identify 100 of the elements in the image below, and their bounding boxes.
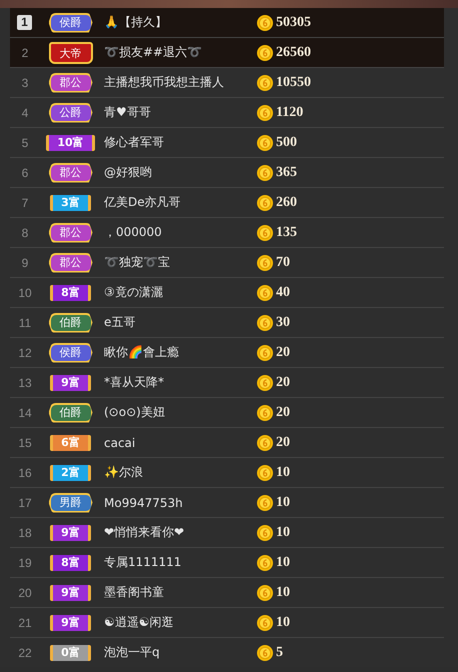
coin-amount: 20: [276, 374, 290, 390]
rank-title-badge: 郡公: [48, 222, 92, 242]
rank-number: 5: [20, 136, 30, 150]
rank-title-badge: 郡公: [48, 162, 92, 182]
coin-icon: [257, 74, 273, 90]
coin-icon: [257, 224, 273, 240]
rank-number: 13: [17, 376, 33, 390]
user-name: 亿美De亦凡哥: [103, 194, 182, 211]
coin-amount: 10: [276, 494, 290, 510]
coin-icon: [257, 434, 273, 450]
rank-number: 17: [17, 496, 33, 510]
user-name: ❤悄悄来看你❤: [103, 524, 186, 541]
wealth-badge: 2富: [50, 464, 91, 480]
user-name: *喜从天降*: [103, 374, 165, 391]
rank-title-badge: 公爵: [48, 102, 92, 122]
user-name: 瞅你🌈會上瘾: [103, 344, 180, 361]
user-name: ③竟の潇灑: [103, 284, 164, 301]
user-name: 泡泡一平q: [103, 644, 161, 661]
rank-number: 10: [17, 286, 33, 300]
coin-amount: 20: [276, 404, 290, 420]
coin-amount: 260: [276, 194, 297, 210]
rank-title-badge: 伯爵: [48, 312, 92, 332]
coin-icon: [257, 284, 273, 300]
wealth-badge: 9富: [50, 524, 91, 540]
wealth-badge: 8富: [50, 284, 91, 300]
user-name: e五哥: [103, 314, 136, 331]
rank-title-badge: 郡公: [48, 252, 92, 272]
rank-number: 6: [20, 166, 30, 180]
coin-icon: [257, 464, 273, 480]
coin-amount: 10: [276, 554, 290, 570]
user-name: 🙏【持久】: [103, 14, 168, 31]
coin-icon: [257, 254, 273, 270]
user-name: ➰损友##退六➰: [103, 44, 204, 61]
rank-number: 2: [20, 46, 30, 60]
wealth-badge: 9富: [50, 374, 91, 390]
rank-number: 7: [20, 196, 30, 210]
rank-number: 9: [20, 256, 30, 270]
coin-icon: [257, 404, 273, 420]
coin-amount: 365: [276, 164, 297, 180]
wealth-badge: 6富: [50, 434, 91, 450]
rank-number: 1: [17, 15, 32, 30]
coin-icon: [257, 44, 273, 60]
user-name: cacai: [103, 436, 136, 450]
coin-icon: [257, 134, 273, 150]
rank-number: 8: [20, 226, 30, 240]
coin-amount: 10: [276, 464, 290, 480]
coin-icon: [257, 14, 273, 30]
user-name: 主播想我币我想主播人: [103, 74, 225, 91]
coin-amount: 30: [276, 314, 290, 330]
wealth-badge: 10富: [46, 134, 95, 150]
user-name: ☯逍遥☯闲逛: [103, 614, 175, 631]
coin-icon: [257, 314, 273, 330]
rank-number: 12: [17, 346, 33, 360]
coin-icon: [257, 194, 273, 210]
rank-number: 21: [17, 616, 33, 630]
coin-amount: 50305: [276, 14, 311, 30]
coin-icon: [257, 494, 273, 510]
coin-icon: [257, 374, 273, 390]
coin-amount: 10: [276, 614, 290, 630]
wealth-badge: 3富: [50, 194, 91, 210]
user-name: 专属1111111: [103, 554, 182, 571]
user-name: 墨香阁书童: [103, 584, 165, 601]
coin-amount: 10: [276, 584, 290, 600]
rank-title-badge: 郡公: [48, 72, 92, 92]
coin-amount: 20: [276, 344, 290, 360]
coin-amount: 1120: [276, 104, 304, 120]
rank-number: 20: [17, 586, 33, 600]
rank-number: 18: [17, 526, 33, 540]
user-name: ，000000: [103, 224, 163, 241]
coin-icon: [257, 524, 273, 540]
rank-number: 4: [20, 106, 30, 120]
coin-amount: 500: [276, 134, 297, 150]
rank-number: 22: [17, 646, 33, 660]
user-name: @好狠哟: [103, 164, 153, 181]
coin-amount: 26560: [276, 44, 311, 60]
rank-title-badge: 侯爵: [48, 342, 92, 362]
coin-amount: 135: [276, 224, 297, 240]
rank-number: 15: [17, 436, 33, 450]
wealth-badge: 0富: [50, 644, 91, 660]
user-name: 修心者军哥: [103, 134, 165, 151]
crown-badge: 大帝: [48, 42, 92, 64]
rank-number: 16: [17, 466, 33, 480]
coin-icon: [257, 344, 273, 360]
rank-number: 14: [17, 406, 33, 420]
coin-amount: 20: [276, 434, 290, 450]
coin-amount: 10: [276, 524, 290, 540]
coin-amount: 40: [276, 284, 290, 300]
rank-title-badge: 侯爵: [48, 12, 92, 32]
wealth-badge: 9富: [50, 584, 91, 600]
coin-icon: [257, 554, 273, 570]
user-name: ➰独宠➰宝: [103, 254, 171, 271]
coin-amount: 5: [276, 644, 283, 660]
wealth-badge: 9富: [50, 614, 91, 630]
coin-icon: [257, 164, 273, 180]
rank-title-badge: 伯爵: [48, 402, 92, 422]
user-name: ✨尔浪: [103, 464, 144, 481]
coin-amount: 70: [276, 254, 290, 270]
coin-icon: [257, 644, 273, 660]
rank-title-badge: 男爵: [48, 492, 92, 512]
coin-icon: [257, 104, 273, 120]
